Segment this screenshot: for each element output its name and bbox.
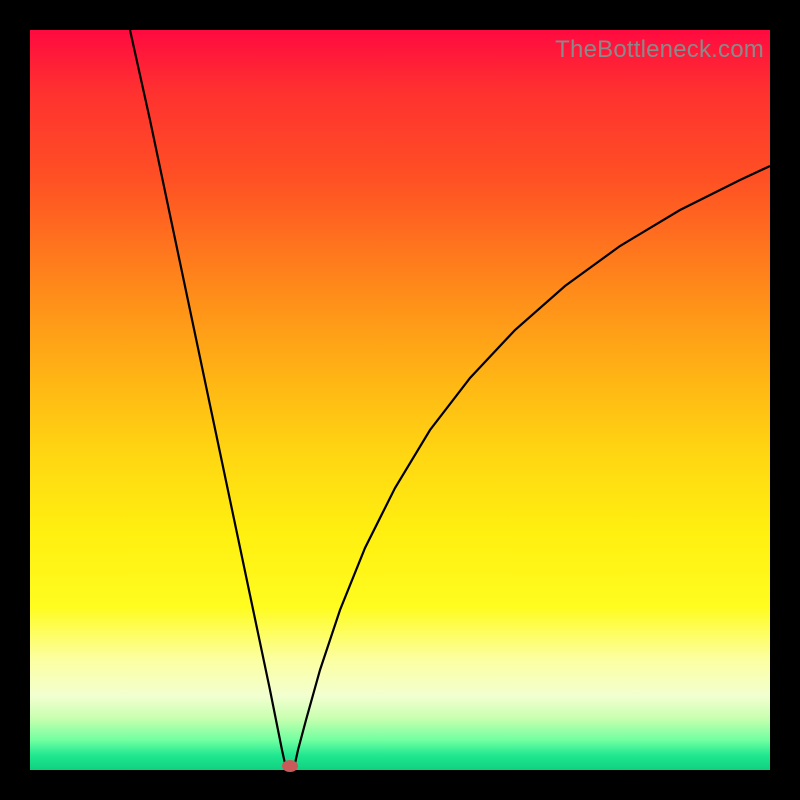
bottleneck-curve: [30, 30, 770, 770]
optimal-marker-dot: [282, 760, 298, 772]
chart-plot-area: TheBottleneck.com: [30, 30, 770, 770]
